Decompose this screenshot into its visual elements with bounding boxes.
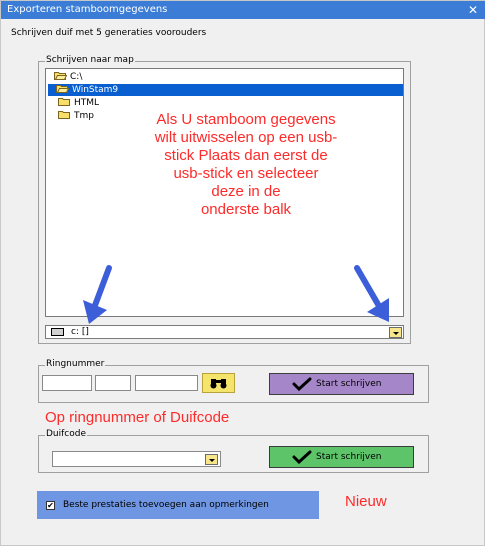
usb-instruction-note: Als U stamboom gegevens wilt uitwisselen… [101,111,391,219]
note-line: stick Plaats dan eerst de [164,147,328,164]
ring-field-3[interactable] [135,375,198,391]
chevron-down-icon[interactable] [389,327,402,338]
tree-item-label: Tmp [74,111,94,121]
ring-group-label: Ringnummer [45,359,106,369]
folder-group-label: Schrijven naar map [45,55,135,65]
binoculars-icon [210,379,227,389]
export-window: Exporteren stamboomgegevens ✕ Schrijven … [0,0,485,546]
tree-item-c[interactable]: C:\ [54,71,174,83]
window-title: Exporteren stamboomgegevens [7,4,168,15]
note-line: onderste balk [200,201,292,218]
subtitle: Schrijven duif met 5 generaties vooroude… [11,28,207,38]
ring-field-2[interactable] [95,375,131,391]
start-write-code-button[interactable]: Start schrijven [269,446,414,468]
open-folder-icon [54,72,67,80]
folder-icon [58,111,70,119]
tree-item-label: C:\ [70,72,83,82]
ring-field-1[interactable] [42,375,92,391]
open-folder-icon [56,85,69,93]
search-ring-button[interactable] [202,373,235,393]
tree-item-label: WinStam9 [72,85,119,95]
checkmark-icon [292,377,312,391]
chevron-down-icon[interactable] [205,454,218,465]
new-badge: Nieuw [345,493,387,510]
ring-or-code-note: Op ringnummer of Duifcode [45,409,230,426]
tree-item-html[interactable]: HTML [58,97,178,109]
duifcode-group-label: Duifcode [45,429,88,439]
tree-item-winstam9[interactable]: WinStam9 [48,84,403,96]
arrow-down-left-icon [83,265,112,324]
start-write-ring-button[interactable]: Start schrijven [269,373,414,395]
best-performance-label: Beste prestaties toevoegen aan opmerking… [63,500,269,510]
note-line: deze in de [211,183,281,200]
best-performance-option[interactable]: ✔ Beste prestaties toevoegen aan opmerki… [37,491,319,519]
note-line: usb-stick en selecteer [173,165,319,182]
folder-icon [58,98,70,106]
start-write-label: Start schrijven [316,452,382,462]
best-performance-checkbox[interactable]: ✔ [46,501,55,510]
close-icon[interactable]: ✕ [468,1,478,19]
drive-value: c: [] [71,327,89,337]
arrow-down-right-icon [354,265,389,322]
drive-selector[interactable]: c: [] [45,325,404,339]
duifcode-select[interactable] [52,451,221,467]
note-line: wilt uitwisselen op een usb- [154,129,338,146]
checkmark-icon [292,450,312,464]
title-bar: Exporteren stamboomgegevens ✕ [1,1,485,19]
drive-icon [51,328,64,336]
note-line: Als U stamboom gegevens [156,111,336,128]
tree-item-label: HTML [74,98,100,108]
start-write-label: Start schrijven [316,379,382,389]
